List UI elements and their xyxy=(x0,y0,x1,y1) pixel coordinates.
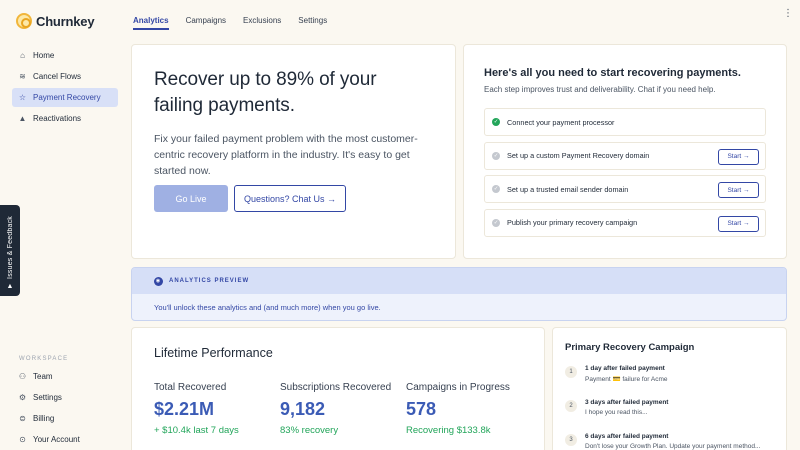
preview-header: ◉ ANALYTICS PREVIEW xyxy=(132,268,786,294)
feedback-tab-label: Issues & Feedback xyxy=(6,216,14,279)
steps-subtitle: Each step improves trust and deliverabil… xyxy=(484,85,716,94)
hero-buttons: Go Live Questions? Chat Us → xyxy=(154,185,346,212)
sidebar-item-label: Settings xyxy=(33,393,62,402)
sidebar-item-label: Payment Recovery xyxy=(33,93,101,102)
step-number: 2 xyxy=(565,400,577,412)
tab-exclusions[interactable]: Exclusions xyxy=(243,0,281,40)
star-icon: ☆ xyxy=(18,92,27,102)
churnkey-logo-icon xyxy=(16,13,32,29)
metric-sub: + $10.4k last 7 days xyxy=(154,425,239,436)
metric-subscriptions-recovered: Subscriptions Recovered 9,182 83% recove… xyxy=(280,382,406,436)
home-icon: ⌂ xyxy=(20,50,25,60)
steps-title: Here's all you need to start recovering … xyxy=(484,67,741,79)
step-number: 3 xyxy=(565,434,577,446)
preview-message: You'll unlock these analytics and (and m… xyxy=(154,303,381,312)
step-label: Publish your primary recovery campaign xyxy=(507,218,638,227)
step-list: ✓ Connect your payment processor ✓ Set u… xyxy=(484,108,766,242)
step-label: Set up a custom Payment Recovery domain xyxy=(507,151,650,160)
metric-sub: Recovering $133.8k xyxy=(406,425,491,436)
start-button[interactable]: Start → xyxy=(718,148,759,165)
metric-label: Subscriptions Recovered xyxy=(280,382,392,393)
step-item: ✓ Set up a trusted email sender domain S… xyxy=(484,175,766,203)
kebab-menu-icon[interactable]: ⋮ xyxy=(783,8,793,19)
hero-card: Recover up to 89% of your failing paymen… xyxy=(131,44,456,259)
tab-analytics[interactable]: Analytics xyxy=(133,0,169,40)
campaign-list: 1 1 day after failed payment Payment 💳 f… xyxy=(565,363,774,450)
metric-total-recovered: Total Recovered $2.21M + $10.4k last 7 d… xyxy=(154,382,280,436)
sidebar-item-settings[interactable]: ⚙ Settings xyxy=(12,388,118,407)
sidebar-item-label: Cancel Flows xyxy=(33,72,82,81)
sidebar-item-label: Team xyxy=(33,372,53,381)
sidebar-item-reactivations[interactable]: ▲ Reactivations xyxy=(12,109,118,128)
metric-value: 9,182 xyxy=(280,399,326,419)
metric-label: Campaigns in Progress xyxy=(406,382,510,393)
billing-icon: ⊜ xyxy=(19,413,26,423)
hero-title: Recover up to 89% of your failing paymen… xyxy=(154,69,377,116)
gear-icon: ⚙ xyxy=(18,392,27,402)
mountain-icon: ▲ xyxy=(18,113,27,123)
metric-label: Total Recovered xyxy=(154,382,227,393)
campaign-step-title: 6 days after failed payment xyxy=(585,433,669,440)
campaign-step-title: 3 days after failed payment xyxy=(585,399,669,406)
sidebar-item-cancel-flows[interactable]: ≋ Cancel Flows xyxy=(12,67,118,86)
account-icon: ⊙ xyxy=(19,434,26,444)
campaign-step-desc: Don't lose your Growth Plan. Update your… xyxy=(585,443,761,450)
step-item: ✓ Publish your primary recovery campaign… xyxy=(484,208,766,237)
logo[interactable]: Churnkey xyxy=(16,13,95,29)
sidebar-item-billing[interactable]: ⊜ Billing xyxy=(12,409,118,428)
campaign-step-desc: Payment 💳 failure for Acme xyxy=(585,376,668,383)
onboarding-steps-card: Here's all you need to start recovering … xyxy=(463,44,787,259)
app-name: Churnkey xyxy=(36,13,95,29)
wifi-icon: ≋ xyxy=(19,71,26,81)
arrow-up-icon: ▲ xyxy=(6,283,14,290)
campaign-step[interactable]: 1 1 day after failed payment Payment 💳 f… xyxy=(565,363,774,395)
metric-value: $2.21M xyxy=(154,399,215,419)
workspace-nav: ⚇ Team ⚙ Settings ⊜ Billing ⊙ Your Accou… xyxy=(12,367,118,450)
check-pending-icon: ✓ xyxy=(492,218,500,227)
campaign-step-desc: I hope you read this... xyxy=(585,409,648,416)
campaign-step-title: 1 day after failed payment xyxy=(585,365,665,372)
sidebar-item-label: Your Account xyxy=(33,435,80,444)
primary-campaign-card: Primary Recovery Campaign 1 1 day after … xyxy=(552,327,787,450)
eye-icon: ◉ xyxy=(154,276,163,286)
sidebar-item-label: Billing xyxy=(33,414,55,423)
top-tabs: Analytics Campaigns Exclusions Settings xyxy=(133,0,344,40)
sidebar-nav: ⌂ Home ≋ Cancel Flows ☆ Payment Recovery… xyxy=(12,46,118,130)
step-label: Set up a trusted email sender domain xyxy=(507,184,629,194)
tab-campaigns[interactable]: Campaigns xyxy=(186,0,226,40)
sidebar-item-label: Reactivations xyxy=(33,114,82,123)
metrics-row: Total Recovered $2.21M + $10.4k last 7 d… xyxy=(154,382,532,436)
preview-label: ANALYTICS PREVIEW xyxy=(169,278,250,284)
start-button[interactable]: Start → xyxy=(718,182,759,198)
analytics-preview-banner: ◉ ANALYTICS PREVIEW You'll unlock these … xyxy=(131,267,787,321)
check-pending-icon: ✓ xyxy=(492,185,500,193)
step-number: 1 xyxy=(565,366,577,378)
sidebar-item-label: Home xyxy=(33,51,55,60)
step-item: ✓ Connect your payment processor xyxy=(484,108,766,136)
hero-body: Fix your failed payment problem with the… xyxy=(154,133,418,177)
workspace-label: WORKSPACE xyxy=(19,356,69,362)
metric-value: 578 xyxy=(406,399,437,419)
campaign-title: Primary Recovery Campaign xyxy=(565,342,695,353)
campaign-step[interactable]: 3 6 days after failed payment Don't lose… xyxy=(565,431,774,450)
sidebar-item-home[interactable]: ⌂ Home xyxy=(12,46,118,65)
team-icon: ⚇ xyxy=(18,371,27,381)
start-button[interactable]: Start → xyxy=(718,215,759,232)
sidebar-item-payment-recovery[interactable]: ☆ Payment Recovery xyxy=(12,88,118,107)
step-item: ✓ Set up a custom Payment Recovery domai… xyxy=(484,141,766,170)
go-live-button[interactable]: Go Live xyxy=(154,185,228,212)
chat-us-button[interactable]: Questions? Chat Us → xyxy=(234,185,346,212)
tab-settings[interactable]: Settings xyxy=(298,0,327,40)
step-label: Connect your payment processor xyxy=(507,117,615,127)
check-pending-icon: ✓ xyxy=(492,151,500,160)
metric-sub: 83% recovery xyxy=(280,425,339,436)
check-done-icon: ✓ xyxy=(492,118,500,126)
lifetime-title: Lifetime Performance xyxy=(154,346,273,360)
sidebar-item-team[interactable]: ⚇ Team xyxy=(12,367,118,386)
issues-feedback-tab[interactable]: Issues & Feedback ▲ xyxy=(0,205,20,296)
sidebar-item-your-account[interactable]: ⊙ Your Account xyxy=(12,430,118,449)
campaign-step[interactable]: 2 3 days after failed payment I hope you… xyxy=(565,397,774,429)
metric-campaigns-in-progress: Campaigns in Progress 578 Recovering $13… xyxy=(406,382,532,436)
lifetime-performance-card: Lifetime Performance Total Recovered $2.… xyxy=(131,327,545,450)
